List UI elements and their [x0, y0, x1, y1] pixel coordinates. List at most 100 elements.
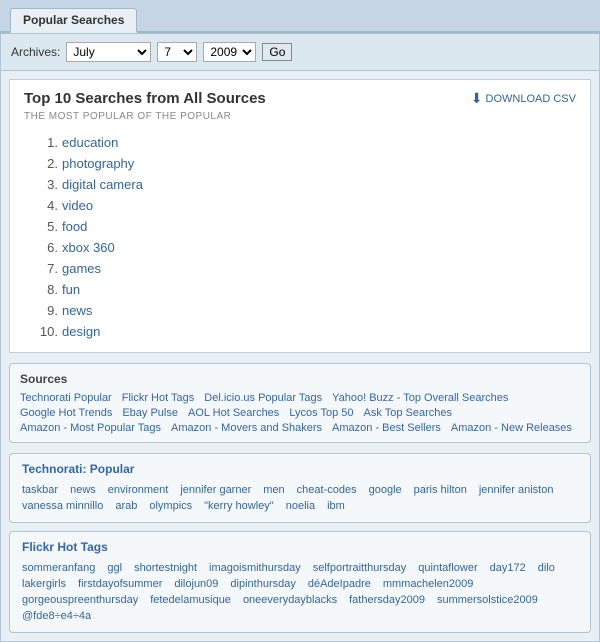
list-item: 6. xbox 360 [34, 237, 576, 258]
download-label: DOWNLOAD CSV [486, 93, 576, 105]
subtitle: The Most Popular of the Popular [24, 111, 576, 122]
list-item: 10. design [34, 321, 576, 342]
term[interactable]: photography [62, 156, 134, 171]
rank: 6. [34, 240, 58, 255]
rank: 4. [34, 198, 58, 213]
tag-item[interactable]: déAdeIpadre [308, 578, 371, 590]
tag-item[interactable]: dilo [538, 562, 555, 574]
source-link[interactable]: Amazon - Movers and Shakers [171, 422, 322, 434]
go-button[interactable]: Go [262, 43, 292, 61]
rank: 3. [34, 177, 58, 192]
list-item: 7. games [34, 258, 576, 279]
archives-label: Archives: [11, 45, 60, 59]
technorati-tags: taskbar news environment jennifer garner men… [22, 484, 578, 512]
term[interactable]: design [62, 324, 100, 339]
archives-bar: Archives: JanuaryFebruaryMarchAprilMayJu… [1, 34, 599, 71]
source-link[interactable]: Lycos Top 50 [289, 407, 353, 419]
popular-searches-tab[interactable]: Popular Searches [10, 8, 137, 33]
tag-item[interactable]: paris hilton [414, 484, 467, 496]
tag-item[interactable]: news [70, 484, 96, 496]
tag-item[interactable]: oneeverydayblacks [243, 594, 337, 606]
download-csv-link[interactable]: ⬇ DOWNLOAD CSV [471, 90, 576, 107]
term[interactable]: news [62, 303, 92, 318]
tag-item[interactable]: jennifer aniston [479, 484, 554, 496]
source-link[interactable]: Technorati Popular [20, 392, 112, 404]
tag-item[interactable]: dipinthursday [230, 578, 295, 590]
term[interactable]: education [62, 135, 118, 150]
term[interactable]: xbox 360 [62, 240, 115, 255]
source-link[interactable]: Amazon - Most Popular Tags [20, 422, 161, 434]
source-link[interactable]: Google Hot Trends [20, 407, 112, 419]
tab-bar: Popular Searches [0, 0, 600, 33]
source-link[interactable]: Amazon - New Releases [451, 422, 572, 434]
sources-title: Sources [20, 372, 580, 386]
source-link[interactable]: Del.icio.us Popular Tags [204, 392, 322, 404]
tag-item[interactable]: fetedelamusique [150, 594, 231, 606]
rank: 2. [34, 156, 58, 171]
term[interactable]: games [62, 261, 101, 276]
tag-item[interactable]: google [369, 484, 402, 496]
month-select[interactable]: JanuaryFebruaryMarchAprilMayJuneJulyAugu… [66, 42, 151, 62]
list-item: 5. food [34, 216, 576, 237]
source-link[interactable]: Yahoo! Buzz - Top Overall Searches [332, 392, 508, 404]
tag-item[interactable]: mmmachelen2009 [383, 578, 474, 590]
tag-item[interactable]: ggl [107, 562, 122, 574]
tag-item[interactable]: arab [115, 500, 137, 512]
tag-item[interactable]: day172 [490, 562, 526, 574]
term[interactable]: fun [62, 282, 80, 297]
tag-item[interactable]: sommeranfang [22, 562, 95, 574]
tag-item[interactable]: jennifer garner [180, 484, 251, 496]
rank: 7. [34, 261, 58, 276]
tag-item[interactable]: taskbar [22, 484, 58, 496]
rank: 5. [34, 219, 58, 234]
tag-item[interactable]: imagoismithursday [209, 562, 301, 574]
tag-item[interactable]: firstdayofsummer [78, 578, 162, 590]
tag-item[interactable]: ibm [327, 500, 345, 512]
technorati-title: Technorati: Popular [22, 462, 578, 476]
tag-item[interactable]: shortestnight [134, 562, 197, 574]
rank: 10. [34, 324, 58, 339]
tag-item[interactable]: gorgeouspreenthursday [22, 594, 138, 606]
tag-item[interactable]: dilojun09 [174, 578, 218, 590]
flickr-title: Flickr Hot Tags [22, 540, 578, 554]
list-item: 3. digital camera [34, 174, 576, 195]
tag-item[interactable]: cheat-codes [297, 484, 357, 496]
list-item: 4. video [34, 195, 576, 216]
top-header: Top 10 Searches from All Sources ⬇ DOWNL… [24, 90, 576, 107]
tag-item[interactable]: environment [108, 484, 169, 496]
source-link[interactable]: Amazon - Best Sellers [332, 422, 441, 434]
list-item: 1. education [34, 132, 576, 153]
source-link[interactable]: Flickr Hot Tags [122, 392, 195, 404]
list-item: 9.news [34, 300, 576, 321]
tag-item[interactable]: olympics [149, 500, 192, 512]
content-area: Top 10 Searches from All Sources ⬇ DOWNL… [9, 79, 591, 353]
source-link[interactable]: Ebay Pulse [122, 407, 178, 419]
year-select[interactable]: 2007200820092010 [203, 42, 256, 62]
tag-item[interactable]: men [263, 484, 284, 496]
day-select[interactable]: 1234567891011121314151617181920212223242… [157, 42, 197, 62]
tag-item[interactable]: "kerry howley" [204, 500, 274, 512]
top10-list: 1. education 2. photography 3. digital camera… [24, 132, 576, 342]
page-title: Top 10 Searches from All Sources [24, 90, 266, 107]
flickr-section: Flickr Hot Tags sommeranfang ggl shortestn… [9, 531, 591, 633]
list-item: 2. photography [34, 153, 576, 174]
source-link[interactable]: AOL Hot Searches [188, 407, 279, 419]
tag-item[interactable]: fathersday2009 [349, 594, 425, 606]
tag-item[interactable]: summersolstice2009 [437, 594, 538, 606]
technorati-section: Technorati: Popular taskbar news environme… [9, 453, 591, 523]
tag-item[interactable]: lakergirls [22, 578, 66, 590]
tag-item[interactable]: quintaflower [418, 562, 477, 574]
sources-box: Sources Technorati Popular Flickr Hot Tag… [9, 363, 591, 443]
tag-item[interactable]: vanessa minnillo [22, 500, 103, 512]
term[interactable]: food [62, 219, 87, 234]
term[interactable]: digital camera [62, 177, 143, 192]
list-item: 8. fun [34, 279, 576, 300]
tag-item[interactable]: selfportraitthursday [313, 562, 407, 574]
tag-item[interactable]: @fde8÷e4÷4a [22, 610, 91, 622]
rank: 8. [34, 282, 58, 297]
rank: 1. [34, 135, 58, 150]
term[interactable]: video [62, 198, 93, 213]
tag-item[interactable]: noelia [286, 500, 315, 512]
sources-links: Technorati Popular Flickr Hot Tags Del.ici… [20, 392, 580, 434]
source-link[interactable]: Ask Top Searches [364, 407, 452, 419]
